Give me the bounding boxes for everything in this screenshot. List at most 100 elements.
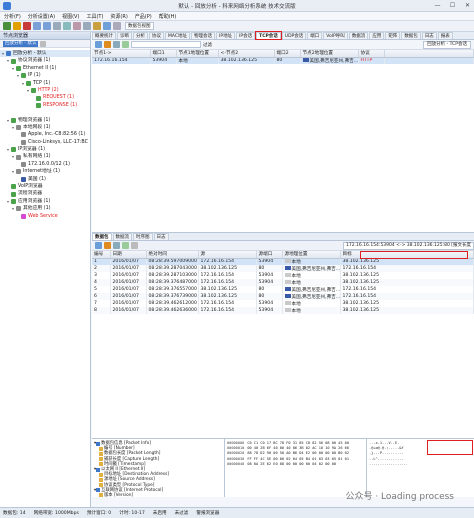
lock-icon[interactable] <box>113 41 120 48</box>
table-row[interactable]: 5 2016/01/07 08:28:39.376557000 38.102.136.… <box>92 286 474 293</box>
tab-4[interactable]: MAC地址 <box>165 32 191 39</box>
open-icon[interactable] <box>33 22 41 30</box>
decode-icon[interactable] <box>95 242 102 249</box>
tree-node[interactable]: ▾ IP (1) <box>0 72 90 79</box>
tree-node[interactable]: ▾ 私有网络 (1) <box>0 153 90 160</box>
menu-item[interactable]: 视图(V) <box>62 13 79 20</box>
menu-item[interactable]: 分析(F) <box>4 13 21 20</box>
lower-tab-1[interactable]: 数据流 <box>112 233 132 240</box>
table-row[interactable]: 1 2016/01/07 08:28:39.597009000 172.16.16.1… <box>92 258 474 265</box>
menu-item[interactable]: 帮助(H) <box>159 13 177 20</box>
tree-node[interactable]: ▾ 本地网段 (1) <box>0 124 90 131</box>
tree-node[interactable]: ▾ 应用浏览器 (1) <box>0 198 90 205</box>
tab-5[interactable]: 物理会话 <box>191 32 216 39</box>
column-header[interactable]: 绝对时间 <box>146 251 199 259</box>
tab-9[interactable]: UDP会话 <box>281 32 307 39</box>
lower-tab-2[interactable]: 时序图 <box>133 233 153 240</box>
column-header[interactable]: 协议 <box>358 50 385 58</box>
table-row[interactable]: 4 2016/01/07 08:28:39.376487000 172.16.16.1… <box>92 279 474 286</box>
menu-item[interactable]: 资源(R) <box>110 13 127 20</box>
tab-16[interactable]: 日志 <box>421 32 437 39</box>
tab-7[interactable]: IP会话 <box>236 32 256 39</box>
tab-13[interactable]: 应用 <box>369 32 385 39</box>
column-header[interactable]: 节点2地理位置 <box>300 50 359 58</box>
column-header[interactable]: 端口2 <box>274 50 301 58</box>
lower-tab-3[interactable]: 日志 <box>153 233 169 240</box>
tree-node[interactable]: 流程浏览器 <box>0 190 90 197</box>
node-browser-button[interactable]: 回放分析 - 默认 <box>3 40 39 47</box>
stop-icon[interactable] <box>23 22 31 30</box>
menu-item[interactable]: 产品(P) <box>135 13 152 20</box>
tab-6[interactable]: IP地址 <box>216 32 236 39</box>
minimize-icon[interactable]: — <box>433 1 442 10</box>
alarm-icon[interactable] <box>93 22 101 30</box>
export-packet-icon[interactable] <box>104 242 111 249</box>
column-icon[interactable] <box>95 41 102 48</box>
save-icon[interactable] <box>43 22 51 30</box>
tree-node[interactable]: REQUEST (1) <box>0 94 90 101</box>
tree-node[interactable]: VoIP浏览器 <box>0 183 90 190</box>
filter-icon[interactable] <box>63 22 71 30</box>
pause-icon[interactable] <box>13 22 21 30</box>
tree-node[interactable]: ▾ TCP (1) <box>0 80 90 87</box>
tree-node[interactable]: Apple, Inc.-C8:82:56 (1) <box>0 131 90 138</box>
report-icon[interactable] <box>73 22 81 30</box>
table-row[interactable]: 6 2016/01/07 08:28:39.376739000 38.102.136.… <box>92 293 474 300</box>
column-header[interactable]: 源地理位置 <box>282 251 341 259</box>
filter-button[interactable]: 过滤 <box>203 42 212 48</box>
tree-node[interactable]: ▾ 其他应用 (1) <box>0 205 90 212</box>
tab-3[interactable]: 协议 <box>149 32 164 39</box>
tree-node[interactable]: ▾ 物理浏览器 (1) <box>0 117 90 124</box>
column-header[interactable]: 节点1地理位置 <box>176 50 219 58</box>
column-header[interactable]: 端口1 <box>150 50 177 58</box>
column-header[interactable]: <-节点2 <box>218 50 275 58</box>
find-icon[interactable] <box>113 242 120 249</box>
tab-8[interactable]: TCP会话 <box>255 31 282 40</box>
tree-node[interactable]: 172.16.0.0/12 (1) <box>0 161 90 168</box>
tree-node[interactable]: Cisco-Linksys, LLC-17:BC <box>0 139 90 146</box>
decode-node[interactable]: 版本 [Version] <box>92 493 224 497</box>
tree-node[interactable]: RESPONSE (1) <box>0 102 90 109</box>
tab-11[interactable]: VoIP呼叫 <box>323 32 348 39</box>
goto-icon[interactable] <box>122 242 129 249</box>
tab-14[interactable]: 矩阵 <box>385 32 401 39</box>
tab-15[interactable]: 数据包 <box>401 32 421 39</box>
table-row[interactable]: 172.16.16.154 53904 本地 38.102.136.125 80 美国,弗… <box>92 57 474 64</box>
column-header[interactable]: 源端口 <box>256 251 283 259</box>
toolbar-filter[interactable]: 数据包视图 <box>125 22 154 30</box>
search-icon[interactable] <box>122 41 129 48</box>
tool-icon[interactable] <box>83 22 91 30</box>
column-header[interactable] <box>384 50 474 58</box>
close-icon[interactable]: ✕ <box>463 1 472 10</box>
export-icon[interactable] <box>104 41 111 48</box>
help-icon[interactable] <box>113 22 121 30</box>
tree-node[interactable]: 美国 (1) <box>0 176 90 183</box>
table-row[interactable]: 8 2016/01/07 08:28:39.462636000 172.16.16.1… <box>92 307 474 314</box>
menu-item[interactable]: 分析设置(A) <box>28 13 55 20</box>
tab-0[interactable]: 概要统计 <box>92 32 116 39</box>
session-filter-input[interactable] <box>131 41 201 48</box>
mark-icon[interactable] <box>131 242 138 249</box>
tab-10[interactable]: 端口 <box>307 32 323 39</box>
view-icon[interactable] <box>103 22 111 30</box>
tab-1[interactable]: 诊断 <box>117 32 132 39</box>
settings-icon[interactable] <box>53 22 61 30</box>
column-header[interactable]: 编号 <box>92 251 111 259</box>
column-header[interactable]: 日期 <box>110 251 147 259</box>
tree-node[interactable]: ▾ Internet地址 (1) <box>0 168 90 175</box>
tree-node[interactable]: ▾ 回放分析 - 默认 <box>0 50 90 58</box>
tab-17[interactable]: 报表 <box>437 32 453 39</box>
lower-tab-0[interactable]: 数据包 <box>92 233 112 240</box>
tree-node[interactable]: ▾ Ethernet II (1) <box>0 65 90 72</box>
tab-12[interactable]: 数据流 <box>348 32 369 39</box>
table-row[interactable]: 3 2016/01/07 08:28:39.287103000 172.16.16.1… <box>92 272 474 279</box>
maximize-icon[interactable]: ☐ <box>448 1 457 10</box>
tree-node[interactable]: ▾ 协议浏览器 (1) <box>0 57 90 64</box>
table-row[interactable]: 2 2016/01/07 08:28:39.287043000 38.102.136.… <box>92 265 474 272</box>
tree-node[interactable]: ▾ HTTP (2) <box>0 87 90 94</box>
start-icon[interactable] <box>3 22 11 30</box>
table-row[interactable]: 7 2016/01/07 08:28:39.462612000 172.16.16.1… <box>92 300 474 307</box>
refresh-icon[interactable] <box>40 40 47 47</box>
tree-node[interactable]: ▾ IP浏览器 (1) <box>0 146 90 153</box>
column-header[interactable]: 节点1-> <box>92 50 151 58</box>
